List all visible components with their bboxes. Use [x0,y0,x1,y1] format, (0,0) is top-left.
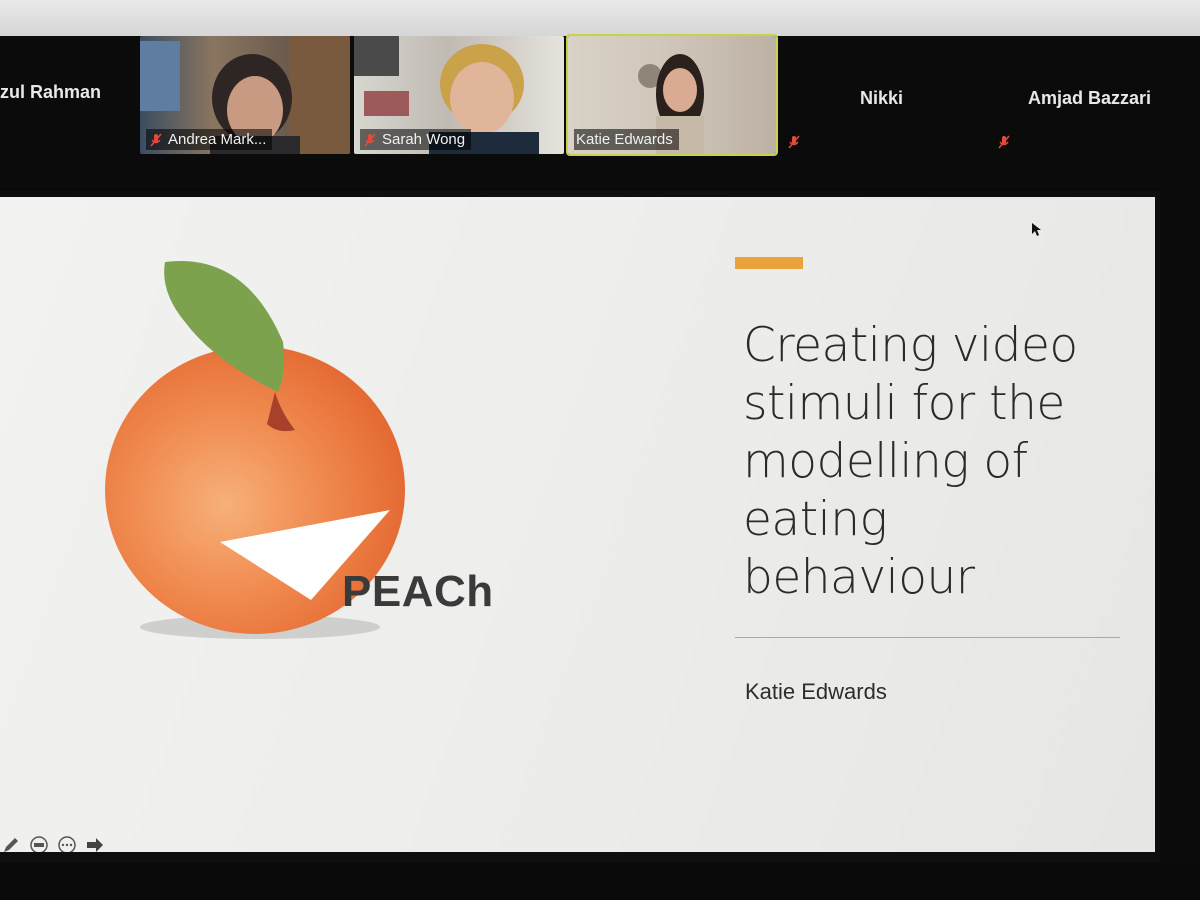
participant-name-amjad[interactable]: Amjad Bazzari [1028,88,1151,109]
more-icon [58,836,76,852]
top-bezel [0,0,1200,36]
mic-off-icon [788,135,800,149]
slide-title: Creating video stimuli for the modelling… [743,318,1078,605]
shared-screen: PEACh Creating video stimuli for the mod… [0,191,1200,863]
video-tile-sarah[interactable]: Sarah Wong [354,36,564,154]
captions-icon [30,836,48,852]
logo-text: PEACh [342,567,494,616]
presenter-name: Katie Edwards [745,679,887,704]
participant-name-rahman: zul Rahman [0,82,102,102]
tile-name-katie: Katie Edwards [576,131,673,148]
slide-divider [735,637,1120,638]
cursor-icon [1032,223,1041,236]
arrow-right-icon [87,838,103,852]
next-slide-button[interactable] [84,834,106,852]
slide-toolbar [0,833,106,852]
right-bezel [1160,191,1200,863]
accent-bar [735,257,803,269]
tile-label-sarah: Sarah Wong [360,129,472,150]
mic-off-icon [150,133,162,146]
pen-icon [4,838,18,852]
screen: zul Rahman Andrea Mark... Sarah Wong Kat… [0,0,1200,900]
tile-name-andrea: Andrea Mark... [168,131,267,148]
tile-name-sarah: Sarah Wong [382,131,466,148]
tile-label-andrea: Andrea Mark... [146,129,273,150]
participant-name-nikki[interactable]: Nikki [860,88,903,109]
video-tile-andrea[interactable]: Andrea Mark... [140,36,350,154]
captions-button[interactable] [28,834,50,852]
mic-off-icon [364,133,376,146]
more-options-button[interactable] [56,834,78,852]
presentation-slide: PEACh Creating video stimuli for the mod… [0,197,1155,852]
mic-off-icon [998,135,1010,149]
tile-label-katie: Katie Edwards [574,129,679,150]
bottom-bezel [0,863,1200,900]
pen-tool-button[interactable] [0,834,22,852]
video-strip: zul Rahman Andrea Mark... Sarah Wong Kat… [0,34,1200,191]
video-tile-katie[interactable]: Katie Edwards [566,34,778,156]
